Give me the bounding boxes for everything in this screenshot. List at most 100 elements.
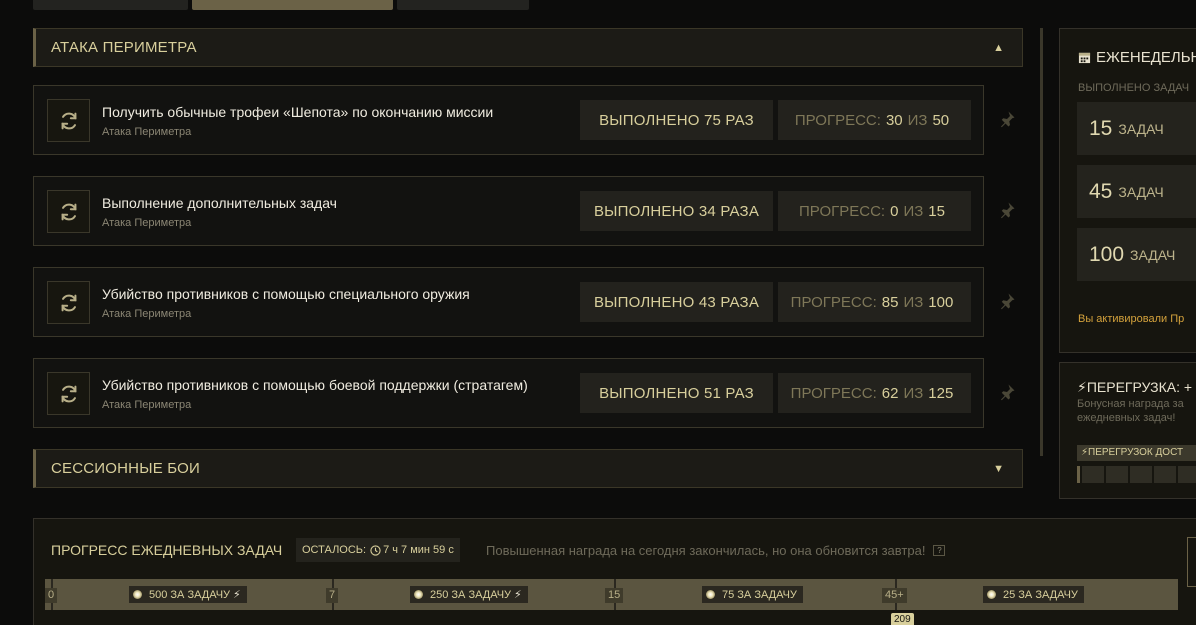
- pin-icon[interactable]: [997, 382, 1017, 402]
- weekly-panel: ЕЖЕНЕДЕЛЬН ВЫПОЛНЕНО ЗАДАЧ 15 ЗАДАЧ 45 З…: [1059, 28, 1196, 353]
- task-category: Атака Периметра: [102, 126, 192, 138]
- pin-icon[interactable]: [997, 200, 1017, 220]
- weekly-tier: 45 ЗАДАЧ: [1077, 165, 1196, 218]
- refresh-icon: [61, 385, 76, 402]
- scrollbar[interactable]: [1040, 28, 1043, 456]
- pin-icon[interactable]: [997, 109, 1017, 129]
- task-row: Получить обычные трофеи «Шепота» по окон…: [33, 85, 984, 155]
- bolt-icon: ⚡: [233, 589, 241, 601]
- current-score-marker: 209: [891, 613, 914, 625]
- refresh-task-button[interactable]: [47, 372, 90, 415]
- section-title: АТАКА ПЕРИМЕТРА: [51, 39, 197, 56]
- task-category: Атака Периметра: [102, 217, 192, 229]
- overload-cell: [1077, 466, 1080, 483]
- overload-cell: [1106, 466, 1128, 483]
- refresh-icon: [61, 203, 76, 220]
- task-completed-count: ВЫПОЛНЕНО 75 РАЗ: [580, 100, 773, 140]
- section-header-session[interactable]: СЕССИОННЫЕ БОИ ▼: [33, 449, 1023, 488]
- top-tab-1[interactable]: [33, 0, 188, 10]
- medal-icon: [133, 590, 142, 599]
- refresh-task-button[interactable]: [47, 99, 90, 142]
- overload-desc-line: Бонусная награда за: [1077, 398, 1184, 410]
- next-panel-edge: [1187, 537, 1196, 587]
- task-completed-count: ВЫПОЛНЕНО 34 РАЗА: [580, 191, 773, 231]
- tier-unit: ЗАДАЧ: [1130, 246, 1176, 263]
- progress-label: ПРОГРЕСС:: [790, 293, 877, 311]
- section-header-perimeter[interactable]: АТАКА ПЕРИМЕТРА ▲: [33, 28, 1023, 67]
- overload-panel: ⚡ПЕРЕГРУЗКА: + Бонусная награда за ежедн…: [1059, 362, 1196, 499]
- weekly-title: ЕЖЕНЕДЕЛЬН: [1078, 49, 1196, 66]
- tier-count: 15: [1089, 116, 1113, 140]
- refresh-icon: [61, 112, 76, 129]
- progress-current: 30: [885, 111, 903, 129]
- top-tab-3[interactable]: [397, 0, 529, 10]
- daily-title: ПРОГРЕСС ЕЖЕДНЕВНЫХ ЗАДАЧ: [51, 542, 283, 558]
- medal-icon: [987, 590, 996, 599]
- overload-title-text: ПЕРЕГРУЗКА: +: [1086, 379, 1193, 395]
- progress-total: 50: [932, 111, 950, 129]
- progress-current: 0: [890, 202, 899, 220]
- task-name: Убийство противников с помощью специальн…: [102, 286, 470, 302]
- bolt-icon: ⚡: [1077, 379, 1087, 395]
- progress-total: 125: [928, 384, 954, 402]
- track-tick: 45+: [882, 588, 907, 603]
- medal-icon: [414, 590, 423, 599]
- daily-note: Повышенная награда на сегодня закончилас…: [486, 543, 946, 558]
- remaining-label: ОСТАЛОСЬ:: [302, 544, 367, 556]
- medal-icon: [706, 590, 715, 599]
- task-name: Выполнение дополнительных задач: [102, 195, 337, 211]
- reward-label: 250 ЗА ЗАДАЧУ: [430, 588, 512, 601]
- task-category: Атака Периметра: [102, 308, 192, 320]
- weekly-tier: 100 ЗАДАЧ: [1077, 228, 1196, 281]
- overload-title: ⚡ПЕРЕГРУЗКА: +: [1077, 379, 1192, 396]
- task-category: Атака Периметра: [102, 399, 192, 411]
- weekly-title-text: ЕЖЕНЕДЕЛЬН: [1096, 49, 1196, 66]
- task-row: Убийство противников с помощью боевой по…: [33, 358, 984, 428]
- tier-count: 100: [1089, 242, 1125, 266]
- task-progress: ПРОГРЕСС: 30 ИЗ 50: [778, 100, 971, 140]
- reward-label: 25 ЗА ЗАДАЧУ: [1003, 588, 1078, 601]
- section-title: СЕССИОННЫЕ БОИ: [51, 460, 200, 477]
- refresh-task-button[interactable]: [47, 190, 90, 233]
- reward-label: 500 ЗА ЗАДАЧУ: [149, 588, 231, 601]
- tasks-panel: АТАКА ПЕРИМЕТРА ▲ Получить обычные трофе…: [33, 28, 1023, 490]
- task-progress: ПРОГРЕСС: 0 ИЗ 15: [778, 191, 971, 231]
- overload-cell: [1178, 466, 1196, 483]
- refresh-task-button[interactable]: [47, 281, 90, 324]
- progress-current: 85: [881, 293, 899, 311]
- pin-icon[interactable]: [997, 291, 1017, 311]
- help-icon[interactable]: ?: [933, 545, 946, 556]
- overload-cell: [1130, 466, 1152, 483]
- expand-down-icon[interactable]: ▼: [993, 463, 1004, 475]
- calendar-icon: [1078, 52, 1091, 64]
- remaining-time-badge: ОСТАЛОСЬ: 7 ч 7 мин 59 с: [296, 538, 460, 562]
- reward-tier: 75 ЗА ЗАДАЧУ: [702, 586, 803, 603]
- track-tick: 0: [45, 588, 58, 603]
- progress-of: ИЗ: [903, 293, 924, 311]
- daily-progress-panel: ПРОГРЕСС ЕЖЕДНЕВНЫХ ЗАДАЧ ОСТАЛОСЬ: 7 ч …: [33, 518, 1196, 625]
- progress-total: 100: [928, 293, 954, 311]
- task-progress: ПРОГРЕСС: 85 ИЗ 100: [778, 282, 971, 322]
- top-tab-2-active[interactable]: [192, 0, 393, 10]
- tier-unit: ЗАДАЧ: [1118, 120, 1164, 137]
- track-tick: 7: [326, 588, 339, 603]
- progress-of: ИЗ: [903, 384, 924, 402]
- progress-of: ИЗ: [907, 111, 928, 129]
- task-name: Получить обычные трофеи «Шепота» по окон…: [102, 104, 494, 120]
- reward-tier: 25 ЗА ЗАДАЧУ: [983, 586, 1084, 603]
- task-row: Убийство противников с помощью специальн…: [33, 267, 984, 337]
- progress-label: ПРОГРЕСС:: [794, 111, 881, 129]
- weekly-subtitle: ВЫПОЛНЕНО ЗАДАЧ: [1078, 82, 1190, 94]
- progress-total: 15: [928, 202, 945, 220]
- reward-label: 75 ЗА ЗАДАЧУ: [722, 588, 797, 601]
- progress-label: ПРОГРЕСС:: [799, 202, 886, 220]
- overload-cell: [1082, 466, 1104, 483]
- clock-icon: [370, 544, 381, 556]
- tier-count: 45: [1089, 179, 1113, 203]
- progress-track: 0 7 15 45+ 500 ЗА ЗАДАЧУ ⚡ 250 ЗА ЗАДАЧУ…: [45, 579, 1178, 610]
- overload-bar-label-text: ПЕРЕГРУЗОК ДОСТ: [1088, 447, 1184, 458]
- collapse-up-icon[interactable]: ▲: [993, 42, 1004, 54]
- bolt-icon: ⚡: [1081, 447, 1089, 458]
- reward-tier: 500 ЗА ЗАДАЧУ ⚡: [129, 586, 247, 603]
- task-completed-count: ВЫПОЛНЕНО 43 РАЗА: [580, 282, 773, 322]
